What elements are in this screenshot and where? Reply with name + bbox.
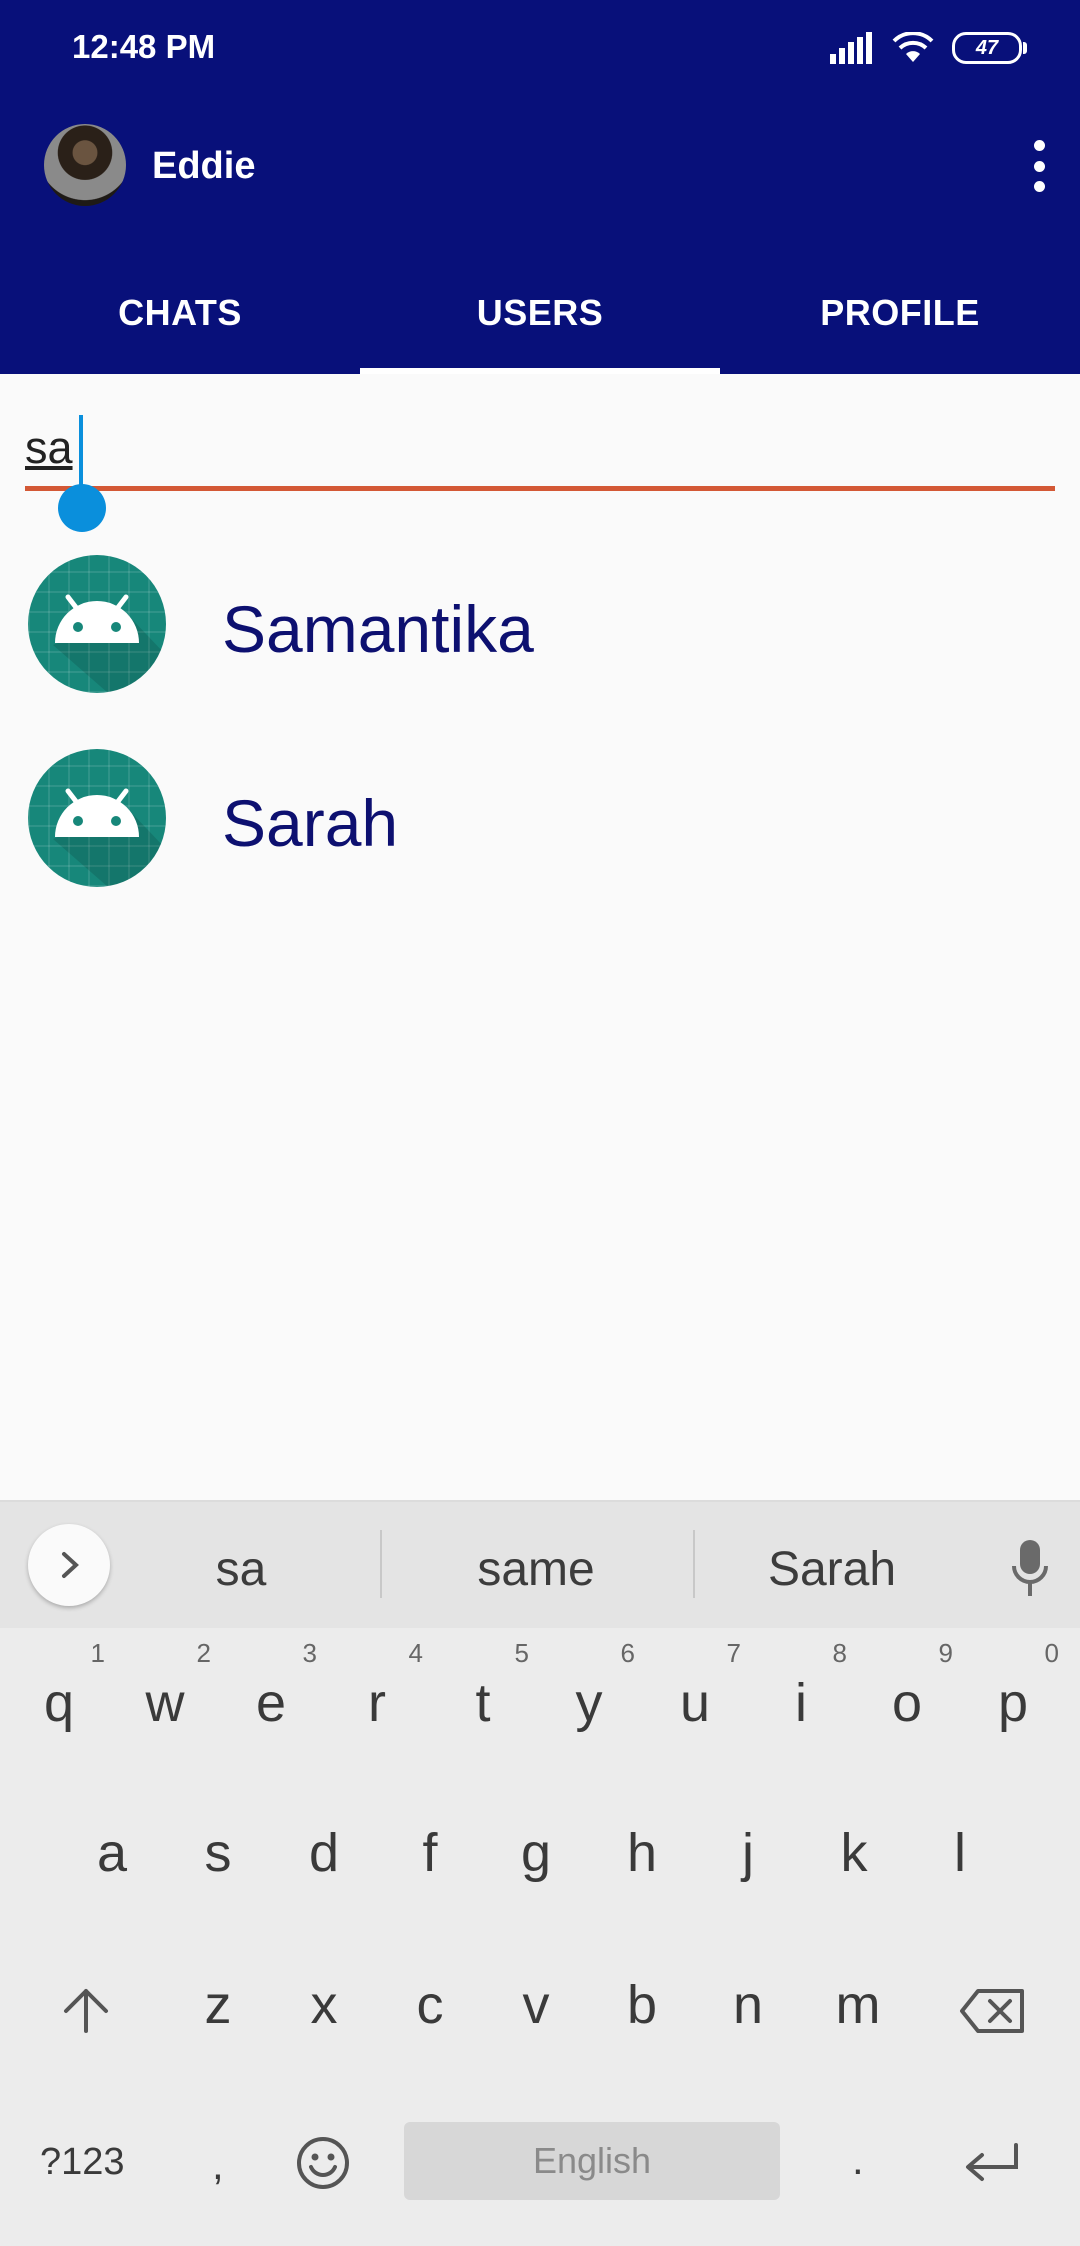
key-k[interactable]: k xyxy=(814,1822,894,1884)
key-v[interactable]: v xyxy=(496,1974,576,2036)
key-e[interactable]: e3 xyxy=(231,1638,317,1734)
suggestion-1[interactable]: sa xyxy=(121,1542,361,1597)
status-time: 12:48 PM xyxy=(72,28,216,65)
key-u[interactable]: u7 xyxy=(655,1638,741,1734)
backspace-icon[interactable] xyxy=(958,1987,1028,2035)
key-w[interactable]: w2 xyxy=(125,1638,212,1734)
key-h[interactable]: h xyxy=(602,1822,682,1884)
tab-chats[interactable]: CHATS xyxy=(0,260,360,374)
signal-icon xyxy=(830,32,872,64)
search-field xyxy=(25,400,1055,532)
list-item[interactable]: Samantika xyxy=(0,555,1080,695)
key-x[interactable]: x xyxy=(284,1974,364,2036)
shift-icon[interactable] xyxy=(60,1985,112,2037)
suggestion-divider xyxy=(693,1530,695,1598)
space-key[interactable]: English xyxy=(404,2122,780,2200)
soft-keyboard: sa same Sarah q1 w2 e3 r4 t5 y6 u7 i8 o9… xyxy=(0,1500,1080,2246)
suggestion-3[interactable]: Sarah xyxy=(712,1542,952,1597)
key-t[interactable]: t5 xyxy=(443,1638,529,1734)
key-o[interactable]: o9 xyxy=(867,1638,953,1734)
tab-bar: CHATS USERS PROFILE xyxy=(0,260,1080,374)
key-n[interactable]: n xyxy=(708,1974,788,2036)
app-bar: 12:48 PM 47 Eddie CHATS USERS PROFILE xyxy=(0,0,1080,374)
key-b[interactable]: b xyxy=(602,1974,682,2036)
key-m[interactable]: m xyxy=(818,1974,898,2036)
microphone-icon[interactable] xyxy=(1010,1538,1050,1598)
key-r[interactable]: r4 xyxy=(337,1638,423,1734)
tab-users[interactable]: USERS xyxy=(360,260,720,374)
expand-toolbar-button[interactable] xyxy=(28,1524,110,1606)
key-f[interactable]: f xyxy=(390,1822,470,1884)
emoji-icon[interactable] xyxy=(295,2135,351,2191)
suggestion-bar: sa same Sarah xyxy=(0,1500,1080,1628)
status-icons: 47 xyxy=(830,28,1027,68)
symbols-key[interactable]: ?123 xyxy=(40,2141,125,2184)
user-name: Samantika xyxy=(222,592,534,666)
suggestion-2[interactable]: same xyxy=(416,1542,656,1597)
list-item[interactable]: Sarah xyxy=(0,749,1080,889)
key-l[interactable]: l xyxy=(920,1822,1000,1884)
android-avatar-icon xyxy=(28,555,166,693)
user-name: Sarah xyxy=(222,786,399,860)
tab-profile[interactable]: PROFILE xyxy=(720,260,1080,374)
key-i[interactable]: i8 xyxy=(761,1638,847,1734)
cursor-handle[interactable] xyxy=(58,484,106,532)
key-z[interactable]: z xyxy=(178,1974,258,2036)
search-input[interactable] xyxy=(25,414,1055,482)
key-d[interactable]: d xyxy=(284,1822,364,1884)
text-cursor xyxy=(79,415,83,493)
suggestion-divider xyxy=(380,1530,382,1598)
comma-key[interactable]: , xyxy=(212,2141,224,2189)
key-y[interactable]: y6 xyxy=(549,1638,636,1734)
overflow-menu-icon[interactable] xyxy=(1024,140,1054,192)
profile-avatar[interactable] xyxy=(44,124,126,206)
key-s[interactable]: s xyxy=(178,1822,258,1884)
enter-icon[interactable] xyxy=(962,2141,1022,2185)
period-key[interactable]: . xyxy=(852,2136,864,2184)
key-q[interactable]: q1 xyxy=(19,1638,105,1734)
key-a[interactable]: a xyxy=(72,1822,152,1884)
username-title: Eddie xyxy=(152,145,256,187)
chevron-right-icon xyxy=(62,1552,79,1578)
key-j[interactable]: j xyxy=(708,1822,788,1884)
battery-indicator: 47 xyxy=(952,32,1027,64)
android-avatar-icon xyxy=(28,749,166,887)
key-p[interactable]: p0 xyxy=(973,1638,1059,1734)
search-underline xyxy=(25,486,1055,491)
key-c[interactable]: c xyxy=(390,1974,470,2036)
wifi-icon xyxy=(892,32,934,62)
key-g[interactable]: g xyxy=(496,1822,576,1884)
